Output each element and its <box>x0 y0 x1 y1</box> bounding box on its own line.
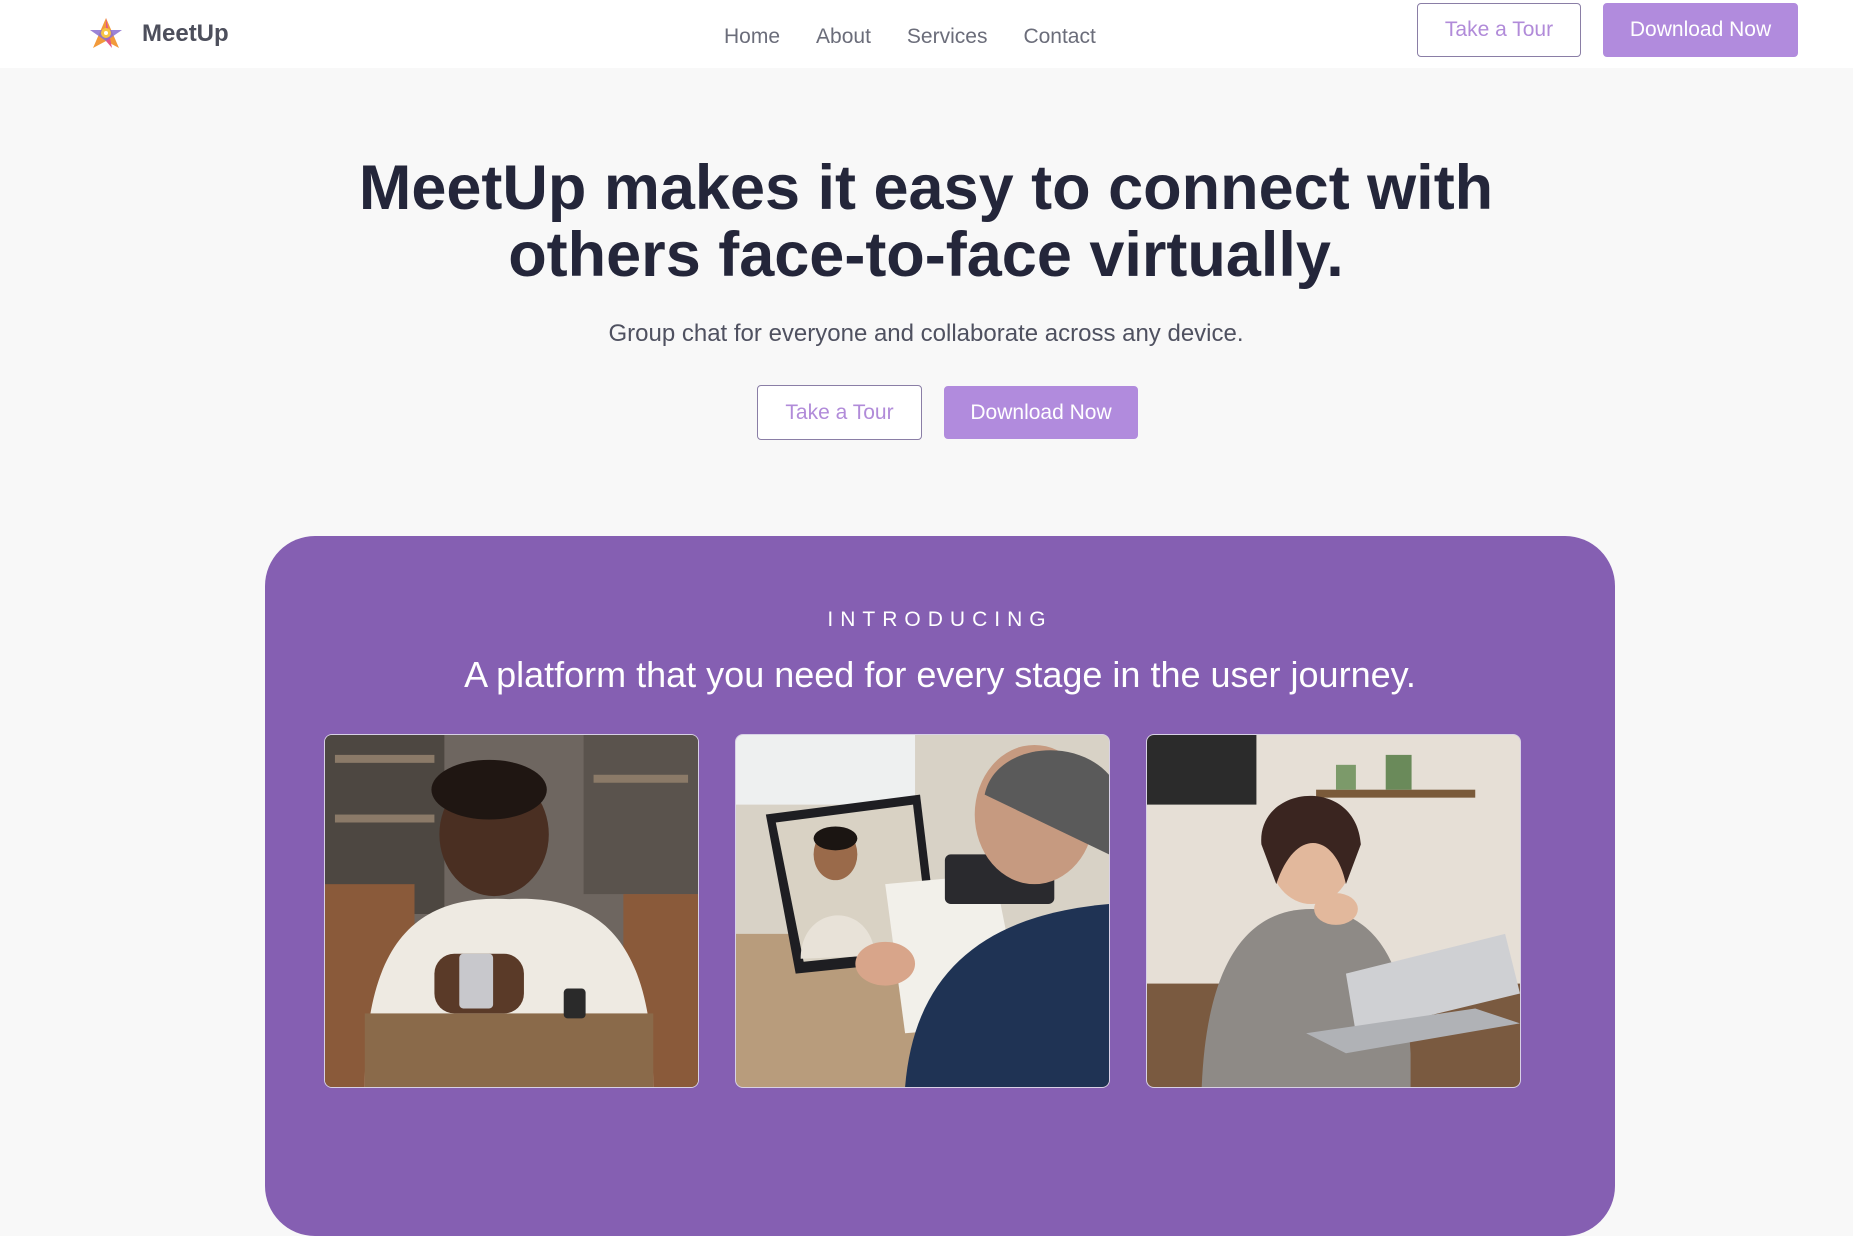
hero-title: MeetUp makes it easy to connect with oth… <box>326 155 1526 289</box>
meetup-logo-icon <box>90 18 122 48</box>
nav-link-about[interactable]: About <box>816 24 871 50</box>
nav-link-services[interactable]: Services <box>907 24 988 50</box>
hero-title-line-1: MeetUp makes it easy to connect with <box>358 153 1494 223</box>
hero-download-button[interactable]: Download Now <box>944 386 1138 439</box>
woman-laughing-laptop-photo <box>1146 734 1521 1088</box>
header-download-button[interactable]: Download Now <box>1603 3 1798 57</box>
intro-panel: INTRODUCING A platform that you need for… <box>265 536 1615 1236</box>
intro-heading: A platform that you need for every stage… <box>464 654 1416 695</box>
man-smiling-at-phone-photo <box>324 734 699 1088</box>
intro-eyebrow: INTRODUCING <box>827 608 1053 631</box>
header-take-tour-button[interactable]: Take a Tour <box>1417 3 1581 57</box>
hero-take-tour-button[interactable]: Take a Tour <box>757 385 922 440</box>
nav-link-home[interactable]: Home <box>724 24 780 50</box>
hero-subtitle: Group chat for everyone and collaborate … <box>608 320 1244 347</box>
brand[interactable]: MeetUp <box>86 12 229 56</box>
main-nav: Home About Services Contact <box>724 24 1096 50</box>
man-video-call-laptop-photo <box>735 734 1110 1088</box>
nav-link-contact[interactable]: Contact <box>1023 24 1095 50</box>
brand-name: MeetUp <box>142 20 229 47</box>
hero-title-line-2: others face-to-face virtually. <box>508 220 1344 290</box>
site-header: MeetUp Home About Services Contact Take … <box>0 0 1853 68</box>
